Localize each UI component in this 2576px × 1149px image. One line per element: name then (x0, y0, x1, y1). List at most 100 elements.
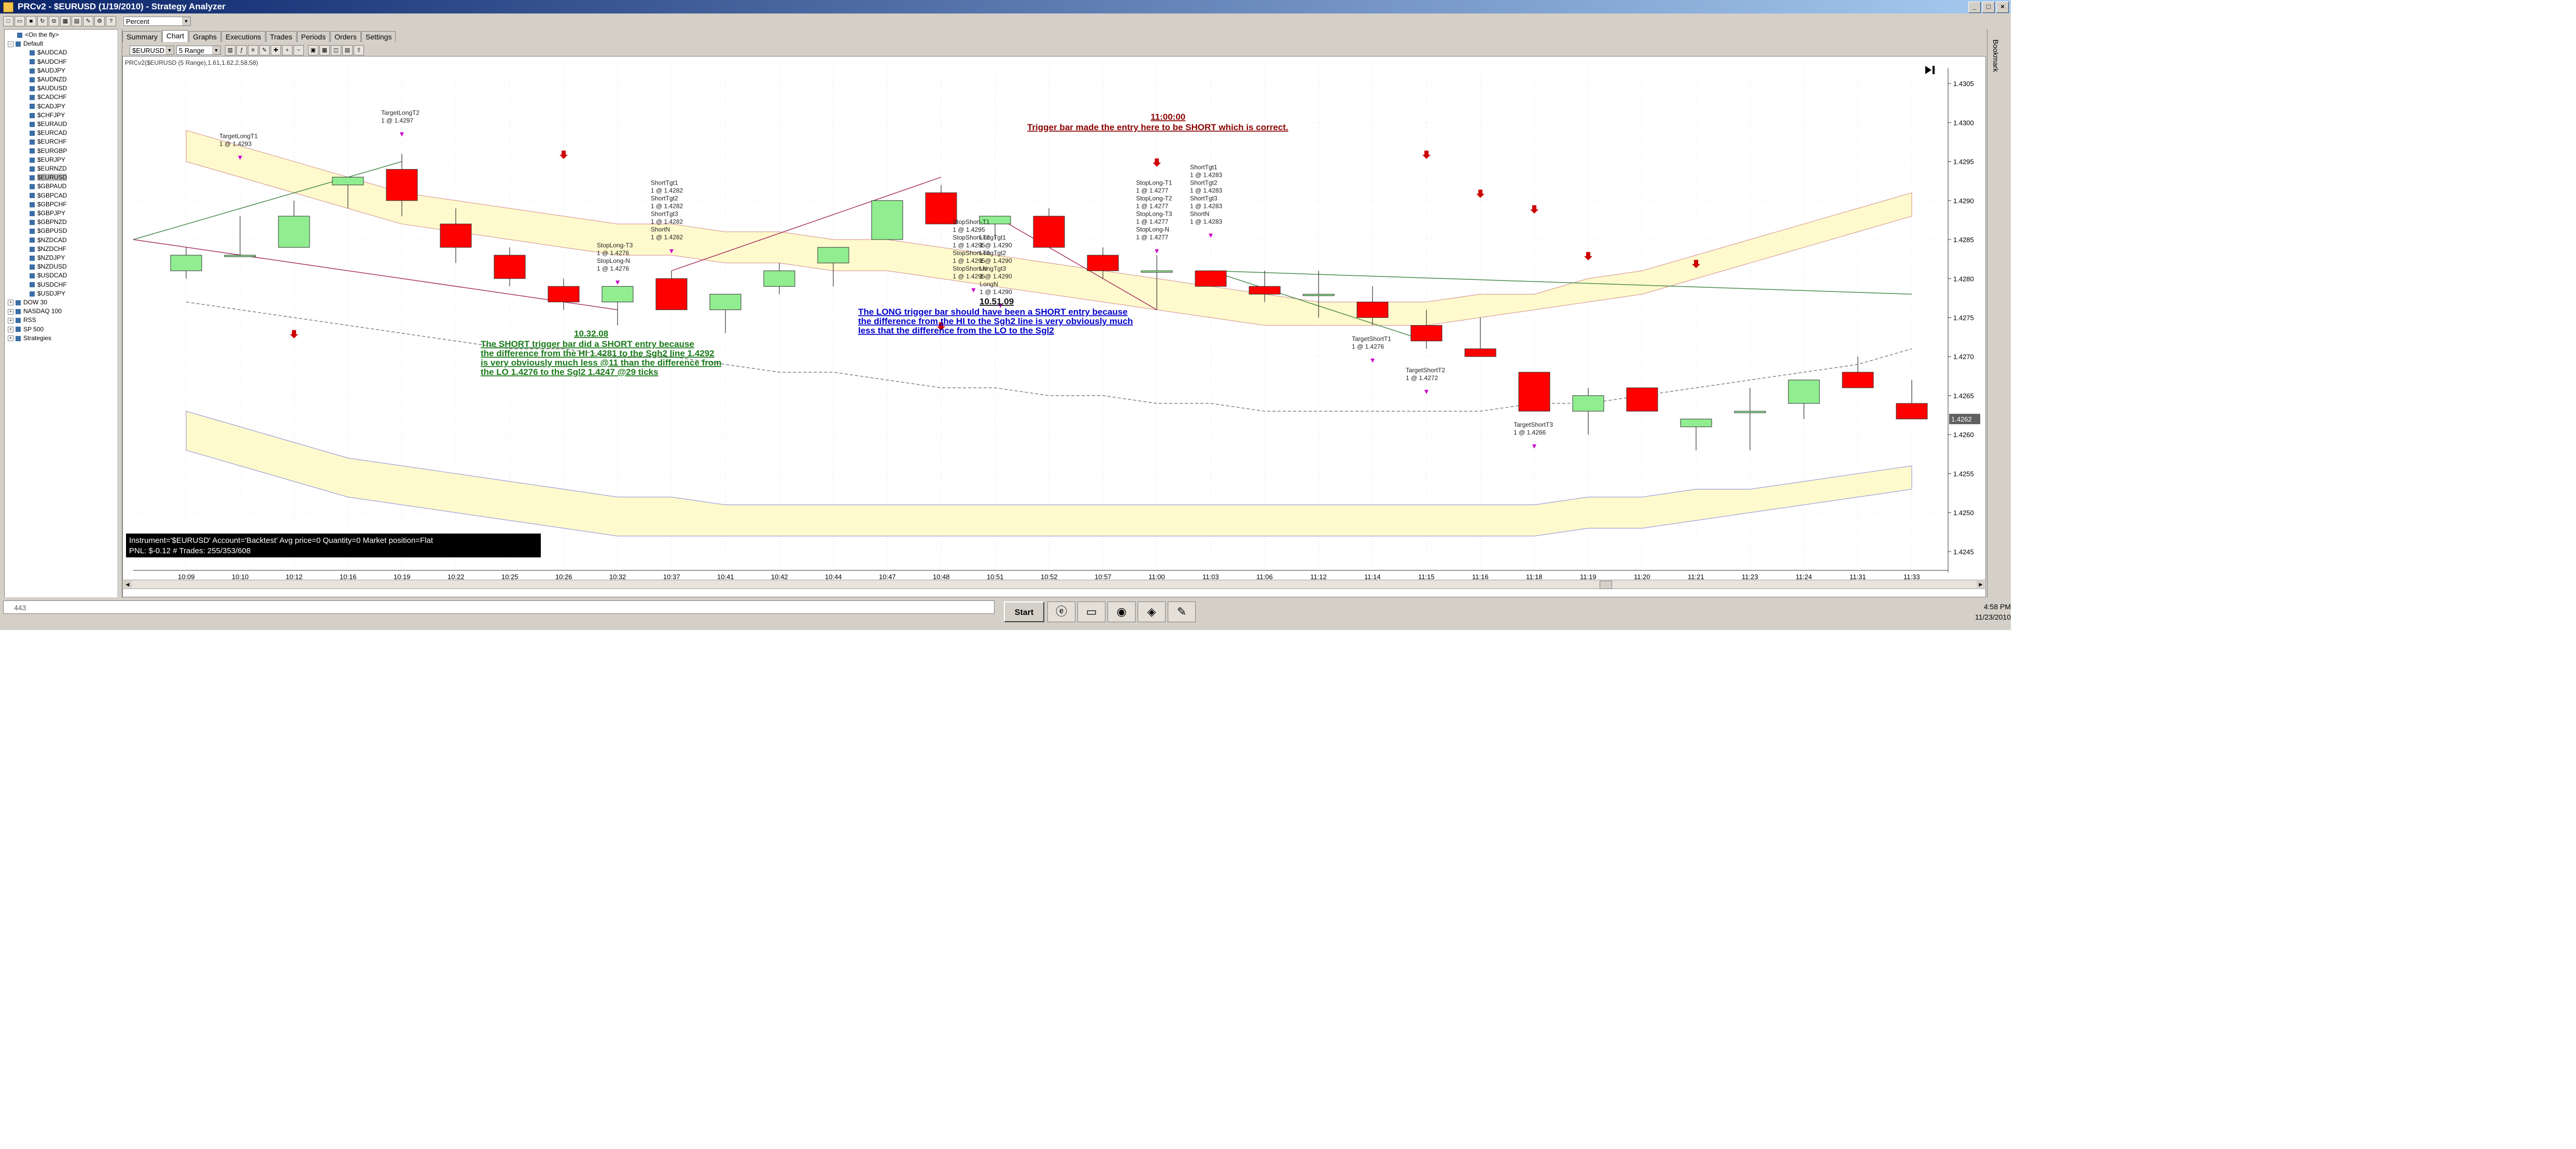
print-chart-icon[interactable]: ▤ (342, 45, 353, 55)
tree-item-instrument[interactable]: $USDCAD (30, 271, 67, 280)
tab-chart[interactable]: Chart (162, 30, 189, 42)
tree-item-root[interactable]: <On the fly> (17, 31, 59, 39)
tab-executions[interactable]: Executions (221, 31, 265, 42)
tree-item-instrument[interactable]: $NZDUSD (30, 262, 67, 271)
zoom-in-icon[interactable]: + (282, 45, 292, 55)
start-button[interactable]: Start (1004, 601, 1044, 622)
tab-graphs[interactable]: Graphs (189, 31, 221, 42)
tree-item-instrument[interactable]: $GBPAUD (30, 182, 66, 191)
tree-item-group[interactable]: + RSS (8, 316, 36, 325)
tree-item-instrument[interactable]: $AUDCHF (30, 58, 67, 66)
properties-icon[interactable]: ▣ (308, 45, 318, 55)
tab-orders[interactable]: Orders (330, 31, 361, 42)
grid-icon[interactable]: ▦ (60, 16, 71, 26)
display-mode-select[interactable]: Percent ▼ (123, 17, 191, 26)
close-button[interactable]: × (1996, 2, 2009, 13)
y-axis-label: 1.4250 (1953, 509, 1974, 517)
edit-icon[interactable]: ✎ (83, 16, 93, 26)
pencil-icon[interactable]: ✎ (259, 45, 270, 55)
tree-item-group[interactable]: + Strategies (8, 334, 51, 343)
strategy-icon[interactable]: ≡ (248, 45, 258, 55)
tree-item-instrument[interactable]: $GBPJPY (30, 209, 65, 218)
folder-icon[interactable]: ▭ (1077, 601, 1105, 622)
notepad-icon[interactable]: ✎ (1168, 601, 1196, 622)
help-icon[interactable]: ? (106, 16, 116, 26)
tree-item-instrument[interactable]: $AUDJPY (30, 66, 65, 75)
order-label: 1 @ 1.4283 (1190, 172, 1223, 179)
indicators-icon[interactable]: ƒ (236, 45, 247, 55)
tree-item-instrument[interactable]: $CADCHF (30, 93, 67, 102)
tree-item-instrument[interactable]: $AUDCAD (30, 48, 67, 57)
candle (1842, 372, 1874, 388)
tree-item-instrument[interactable]: $EURCAD (30, 129, 67, 137)
tree-label: $NZDUSD (37, 263, 67, 271)
share-icon[interactable]: ⇪ (354, 45, 364, 55)
tree-item-instrument[interactable]: $EURCHF (30, 137, 67, 146)
expand-icon[interactable]: + (8, 317, 13, 324)
copy-icon[interactable]: ⧉ (49, 16, 59, 26)
tree-item-instrument[interactable]: $CADJPY (30, 102, 65, 111)
tree-item-group[interactable]: + NASDAQ 100 (8, 307, 62, 316)
tree-item-instrument[interactable]: $GBPCHF (30, 200, 67, 209)
chart-style-icon[interactable]: ▥ (225, 45, 235, 55)
minimize-button[interactable]: _ (1968, 2, 1981, 13)
app-icon-red[interactable]: ◉ (1108, 601, 1136, 622)
title-bar[interactable]: PRCv2 - $EURUSD (1/19/2010) - Strategy A… (0, 0, 2011, 13)
price-chart[interactable]: 1.4305 1.4300 1.4295 1.4290 1.4285 1.4280 1.42… (123, 57, 1985, 580)
tree-item-group[interactable]: + SP 500 (8, 325, 44, 334)
zoom-out-icon[interactable]: − (293, 45, 304, 55)
tree-item-default[interactable]: − Default (8, 39, 43, 48)
tab-periods[interactable]: Periods (297, 31, 330, 42)
open-icon[interactable]: ▭ (15, 16, 25, 26)
scroll-left-icon[interactable]: ◀ (123, 581, 132, 588)
expand-icon[interactable]: + (8, 335, 13, 342)
tree-item-instrument[interactable]: $AUDUSD (30, 84, 67, 93)
tree-item-instrument[interactable]: $NZDCAD (30, 236, 67, 245)
tree-item-instrument[interactable]: $NZDJPY (30, 254, 65, 262)
tab-trades[interactable]: Trades (265, 31, 297, 42)
scroll-thumb[interactable] (1600, 581, 1612, 589)
tree-item-instrument[interactable]: $EURJPY (30, 156, 65, 164)
tree-item-instrument[interactable]: $EURGBP (30, 147, 67, 156)
tree-item-instrument[interactable]: $USDJPY (30, 289, 65, 298)
refresh-icon[interactable]: ↻ (37, 16, 48, 26)
tree-item-group[interactable]: + DOW 30 (8, 298, 47, 307)
tab-settings[interactable]: Settings (361, 31, 396, 42)
print-icon[interactable]: ▤ (72, 16, 82, 26)
save-icon[interactable]: ■ (26, 16, 36, 26)
period-select[interactable]: 5 Range ▼ (176, 46, 221, 55)
tree-item-instrument[interactable]: $NZDCHF (30, 245, 66, 254)
maximize-button[interactable]: □ (1982, 2, 1995, 13)
scroll-right-icon[interactable]: ▶ (1977, 581, 1985, 588)
tree-item-instrument[interactable]: $AUDNZD (30, 75, 67, 84)
tree-item-instrument[interactable]: $GBPUSD (30, 227, 67, 235)
crosshair-icon[interactable]: ✚ (271, 45, 281, 55)
expand-icon[interactable]: + (8, 309, 13, 315)
tree-item-instrument[interactable]: $GBPNZD (30, 218, 67, 227)
tab-summary[interactable]: Summary (122, 31, 162, 42)
command-input[interactable]: 443 (3, 600, 995, 614)
tree-item-instrument[interactable]: $EURNZD (30, 164, 67, 173)
tree-item-instrument[interactable]: $CHFJPY (30, 111, 65, 120)
order-label: TargetShortT2 (1406, 367, 1445, 374)
collapse-icon[interactable]: − (8, 41, 13, 47)
order-label: TargetLongT1 (219, 132, 258, 139)
tree-item-instrument[interactable]: $EURUSD (30, 173, 67, 182)
candle (709, 293, 741, 310)
panel-splitter[interactable] (118, 29, 122, 599)
browser-icon[interactable]: ⓔ (1047, 601, 1075, 622)
tree-item-instrument[interactable]: $GBPCAD (30, 191, 67, 200)
chart-area[interactable]: 1.4305 1.4300 1.4295 1.4290 1.4285 1.4280 1.42… (122, 56, 1986, 597)
tree-item-instrument[interactable]: $USDCHF (30, 281, 67, 289)
data-box-icon[interactable]: ▦ (319, 45, 330, 55)
instrument-select[interactable]: $EURUSD ▼ (130, 46, 174, 55)
chart-horizontal-scrollbar[interactable]: ◀ ▶ (122, 580, 1986, 589)
optimize-icon[interactable]: ⚙ (94, 16, 105, 26)
expand-icon[interactable]: + (8, 300, 13, 306)
expand-icon[interactable]: + (8, 326, 13, 332)
new-icon[interactable]: □ (3, 16, 13, 26)
bookmark-label[interactable]: Bookmark (1992, 39, 2000, 72)
tree-item-instrument[interactable]: $EURAUD (30, 120, 67, 129)
screenshot-icon[interactable]: ◫ (331, 45, 341, 55)
app-icon-blue[interactable]: ◈ (1138, 601, 1166, 622)
